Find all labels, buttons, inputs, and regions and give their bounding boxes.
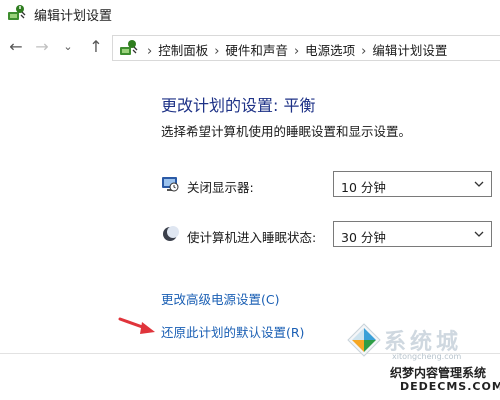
display-off-select[interactable]: 10 分钟: [333, 171, 492, 197]
sleep-value: 30 分钟: [341, 230, 386, 245]
sleep-select[interactable]: 30 分钟: [333, 221, 492, 247]
windows-logo-icon: [347, 323, 381, 357]
back-arrow-icon[interactable]: ←: [6, 37, 26, 57]
moon-icon: [163, 226, 179, 241]
breadcrumb-separator: ›: [361, 44, 367, 59]
breadcrumb-control-panel[interactable]: 控制面板: [158, 43, 208, 58]
breadcrumb: › 控制面板 › 硬件和声音 › 电源选项 › 编辑计划设置: [141, 40, 447, 59]
watermark-url: xitongcheng.com: [392, 352, 462, 361]
watermark: 系统城 xitongcheng.com 织梦内容管理系统 DEDECMS.COM: [340, 318, 500, 400]
navigation-bar: ← → ⌄ ↑ › 控制面板 › 硬件和声音 › 电源选项 › 编辑计划设置: [0, 30, 500, 66]
title-bar: 编辑计划设置: [0, 0, 500, 26]
breadcrumb-separator: ›: [214, 44, 220, 59]
breadcrumb-power-options[interactable]: 电源选项: [305, 43, 355, 58]
address-bar[interactable]: › 控制面板 › 硬件和声音 › 电源选项 › 编辑计划设置: [112, 35, 500, 61]
control-panel-icon: [120, 40, 138, 55]
monitor-timer-icon: [162, 177, 179, 192]
advanced-power-settings-link[interactable]: 更改高级电源设置(C): [161, 289, 279, 308]
breadcrumb-hardware-sound[interactable]: 硬件和声音: [225, 43, 288, 58]
page-title: 更改计划的设置: 平衡: [161, 96, 316, 115]
breadcrumb-separator: ›: [293, 44, 300, 59]
display-off-label: 关闭显示器:: [187, 180, 254, 195]
window-title: 编辑计划设置: [34, 9, 113, 24]
power-options-icon: [8, 5, 26, 20]
sleep-label: 使计算机进入睡眠状态:: [187, 230, 317, 245]
watermark-line1: 织梦内容管理系统: [390, 366, 487, 380]
recent-locations-chevron-icon[interactable]: ⌄: [58, 37, 78, 57]
display-off-value: 10 分钟: [341, 180, 386, 195]
annotation-arrow-icon: [118, 317, 155, 334]
restore-defaults-link[interactable]: 还原此计划的默认设置(R): [161, 322, 304, 341]
chevron-down-icon: [474, 181, 484, 187]
watermark-line2: DEDECMS.COM: [400, 380, 500, 393]
breadcrumb-edit-plan[interactable]: 编辑计划设置: [372, 43, 447, 58]
up-arrow-icon[interactable]: ↑: [86, 37, 106, 57]
breadcrumb-separator: ›: [147, 44, 153, 59]
forward-arrow-icon[interactable]: →: [32, 37, 52, 57]
chevron-down-icon: [474, 231, 484, 237]
page-description: 选择希望计算机使用的睡眠设置和显示设置。: [161, 124, 412, 139]
